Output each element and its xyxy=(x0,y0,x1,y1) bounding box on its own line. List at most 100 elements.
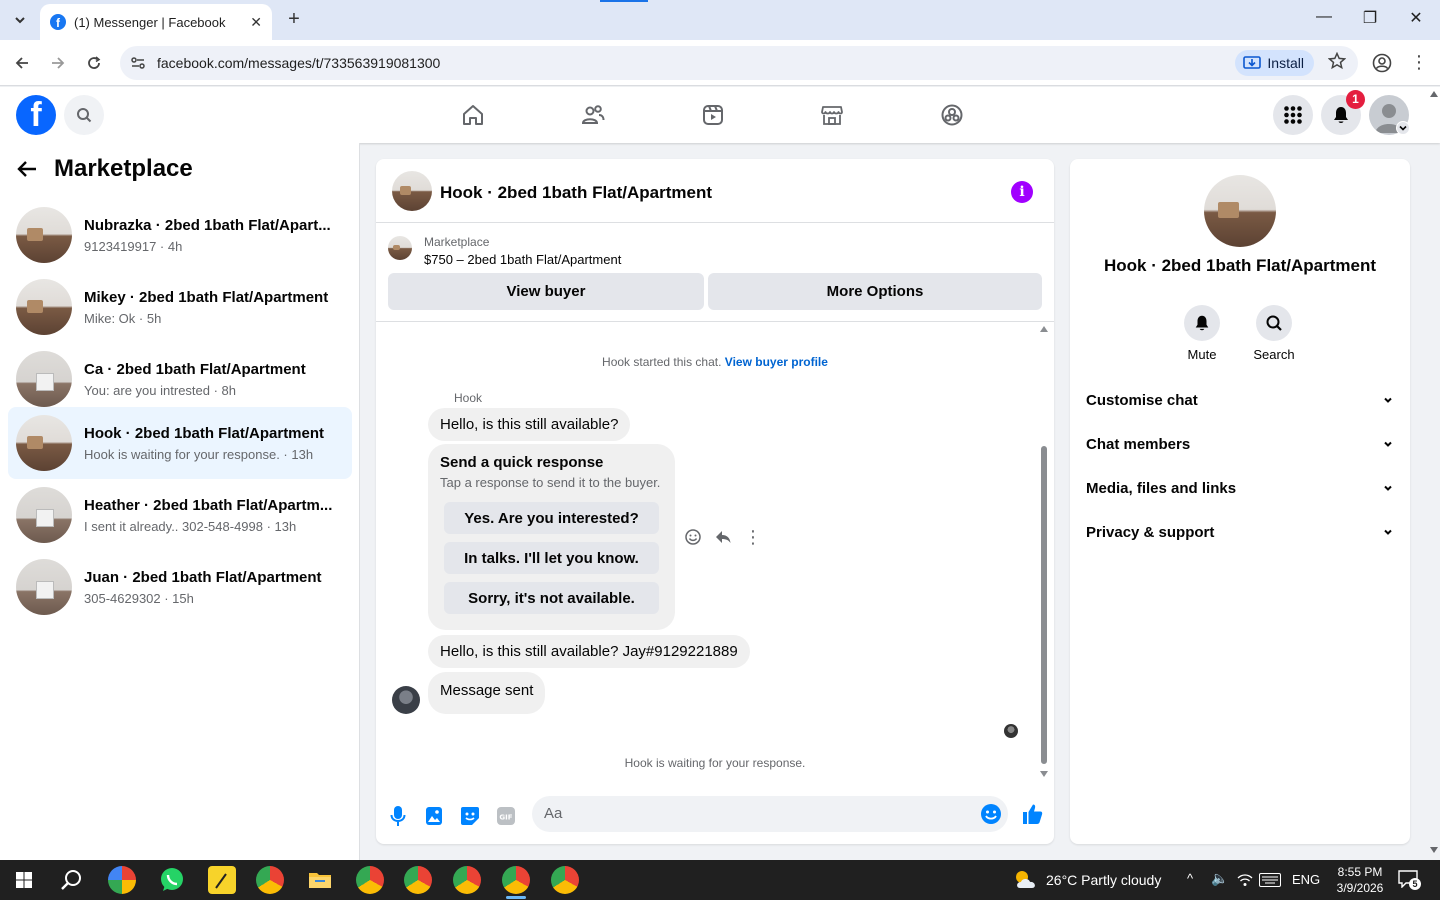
weather-icon[interactable] xyxy=(1012,868,1040,892)
react-emoji-icon[interactable] xyxy=(684,528,702,546)
quick-response-option[interactable]: Yes. Are you interested? xyxy=(444,502,659,534)
language-indicator[interactable]: ENG xyxy=(1292,872,1320,887)
chrome-profile-icon-active[interactable] xyxy=(502,866,530,899)
quick-response-subtitle: Tap a response to send it to the buyer. xyxy=(440,475,661,490)
mute-label: Mute xyxy=(1187,347,1217,362)
tab-close-icon[interactable]: ✕ xyxy=(250,14,262,31)
close-window-icon[interactable]: ✕ xyxy=(1404,8,1428,28)
chrome-profile-icon[interactable] xyxy=(551,866,579,894)
bookmark-star-icon[interactable] xyxy=(1328,52,1346,70)
sticky-notes-icon[interactable] xyxy=(208,866,236,894)
address-bar[interactable]: facebook.com/messages/t/733563919081300 … xyxy=(120,46,1358,80)
sender-name: Hook xyxy=(454,391,483,405)
chrome-icon[interactable] xyxy=(256,866,284,894)
search-in-conversation-button[interactable]: Search xyxy=(1244,305,1304,362)
more-options-button[interactable]: More Options xyxy=(708,273,1042,310)
marketplace-icon[interactable] xyxy=(818,101,846,129)
gaming-icon[interactable] xyxy=(938,101,966,129)
tab-search-dropdown[interactable] xyxy=(8,8,32,32)
media-files-links-section[interactable]: Media, files and links xyxy=(1086,466,1394,510)
whatsapp-icon[interactable] xyxy=(158,866,186,894)
section-label: Media, files and links xyxy=(1086,479,1237,497)
site-settings-icon[interactable] xyxy=(130,55,146,71)
video-icon[interactable] xyxy=(699,101,727,129)
emoji-picker-icon[interactable] xyxy=(980,803,1002,825)
minimize-window-icon[interactable]: — xyxy=(1312,8,1336,26)
chrome-profile-icon[interactable] xyxy=(404,866,432,894)
gif-icon[interactable]: GIF xyxy=(494,804,518,828)
conversation-preview: Hook is waiting for your response. · 13h xyxy=(84,447,314,462)
notification-center-icon[interactable]: 5 xyxy=(1398,870,1421,890)
facebook-search-icon[interactable] xyxy=(64,95,104,135)
conversation-item[interactable]: Ca · 2bed 1bath Flat/Apartment You: are … xyxy=(8,343,352,415)
conversation-item[interactable]: Heather · 2bed 1bath Flat/Apartm... I se… xyxy=(8,479,352,551)
chrome-profile-icon[interactable] xyxy=(453,866,481,894)
home-icon[interactable] xyxy=(459,101,487,129)
account-chevron-icon[interactable] xyxy=(1396,121,1410,135)
customise-chat-section[interactable]: Customise chat xyxy=(1086,378,1394,422)
forward-icon[interactable] xyxy=(47,52,69,74)
conversation-item[interactable]: Mikey · 2bed 1bath Flat/Apartment Mike: … xyxy=(8,271,352,343)
weather-text[interactable]: 26°C Partly cloudy xyxy=(1046,872,1161,888)
tray-chevron-icon[interactable]: ^ xyxy=(1187,871,1193,886)
conversation-preview: You: are you intrested · 8h xyxy=(84,383,237,398)
sticker-icon[interactable] xyxy=(458,804,482,828)
conversation-item-active[interactable]: Hook · 2bed 1bath Flat/Apartment Hook is… xyxy=(8,407,352,479)
clock-time: 8:55 PM xyxy=(1337,865,1383,879)
mute-button[interactable]: Mute xyxy=(1172,305,1232,362)
photo-icon[interactable] xyxy=(422,804,446,828)
system-clock[interactable]: 8:55 PM 3/9/2026 xyxy=(1320,864,1400,896)
scrollbar-thumb[interactable] xyxy=(1041,446,1047,764)
conversation-info-icon[interactable]: i xyxy=(1011,181,1033,203)
facebook-logo-icon[interactable]: f xyxy=(16,95,56,135)
message-bubble[interactable]: Message sent xyxy=(428,672,546,714)
install-label: Install xyxy=(1267,55,1304,71)
message-scrollbar[interactable] xyxy=(1040,324,1048,779)
volume-icon[interactable]: 🔈 xyxy=(1211,870,1228,887)
scroll-down-icon xyxy=(1040,771,1048,777)
keyboard-icon[interactable] xyxy=(1259,873,1281,887)
reload-icon[interactable] xyxy=(83,52,105,74)
quick-response-option[interactable]: Sorry, it's not available. xyxy=(444,582,659,614)
conversation-item[interactable]: Juan · 2bed 1bath Flat/Apartment 305-462… xyxy=(8,551,352,623)
privacy-support-section[interactable]: Privacy & support xyxy=(1086,510,1394,554)
back-arrow-icon[interactable] xyxy=(16,158,38,180)
listing-large-thumbnail[interactable] xyxy=(1204,175,1276,247)
like-thumb-icon[interactable] xyxy=(1020,802,1044,826)
page-scrollbar[interactable] xyxy=(1428,87,1440,860)
voice-clip-icon[interactable] xyxy=(386,804,410,828)
quick-response-option[interactable]: In talks. I'll let you know. xyxy=(444,542,659,574)
new-tab-button[interactable]: + xyxy=(282,8,306,32)
browser-tab-active[interactable]: f (1) Messenger | Facebook ✕ xyxy=(40,4,272,40)
browser-profile-icon[interactable] xyxy=(1372,53,1392,73)
scroll-up-icon xyxy=(1040,326,1048,332)
install-app-button[interactable]: Install xyxy=(1235,50,1314,76)
view-buyer-button[interactable]: View buyer xyxy=(388,273,704,310)
taskbar-search-icon[interactable] xyxy=(58,866,86,894)
conversation-item[interactable]: Nubrazka · 2bed 1bath Flat/Apart... 9123… xyxy=(8,199,352,271)
menu-grid-icon[interactable] xyxy=(1273,95,1313,135)
chat-members-section[interactable]: Chat members xyxy=(1086,422,1394,466)
chrome-profile-icon[interactable] xyxy=(356,866,384,894)
message-bubble[interactable]: Hello, is this still available? Jay#9129… xyxy=(428,635,750,668)
restore-window-icon[interactable]: ❐ xyxy=(1358,8,1382,28)
friends-icon[interactable] xyxy=(579,101,607,129)
chat-title[interactable]: Hook · 2bed 1bath Flat/Apartment xyxy=(440,183,712,203)
message-input[interactable]: Aa xyxy=(532,796,1008,832)
svg-text:GIF: GIF xyxy=(499,814,512,822)
sender-avatar[interactable] xyxy=(392,686,420,714)
color-app-icon[interactable] xyxy=(108,866,136,894)
windows-start-icon[interactable] xyxy=(10,866,38,894)
listing-price-title[interactable]: $750 – 2bed 1bath Flat/Apartment xyxy=(424,252,621,267)
back-icon[interactable] xyxy=(11,52,33,74)
wifi-icon[interactable] xyxy=(1237,872,1253,888)
browser-menu-icon[interactable]: ⋮ xyxy=(1410,52,1428,73)
windows-taskbar: 26°C Partly cloudy ^ 🔈 ENG 8:55 PM 3/9/2… xyxy=(0,860,1440,900)
more-actions-icon[interactable]: ⋮ xyxy=(744,528,762,546)
listing-thumbnail xyxy=(16,279,72,335)
file-explorer-icon[interactable] xyxy=(306,866,334,894)
view-buyer-profile-link[interactable]: View buyer profile xyxy=(725,355,828,369)
message-bubble[interactable]: Hello, is this still available? xyxy=(428,408,631,441)
chat-listing-thumbnail[interactable] xyxy=(392,171,432,211)
reply-icon[interactable] xyxy=(714,528,732,546)
